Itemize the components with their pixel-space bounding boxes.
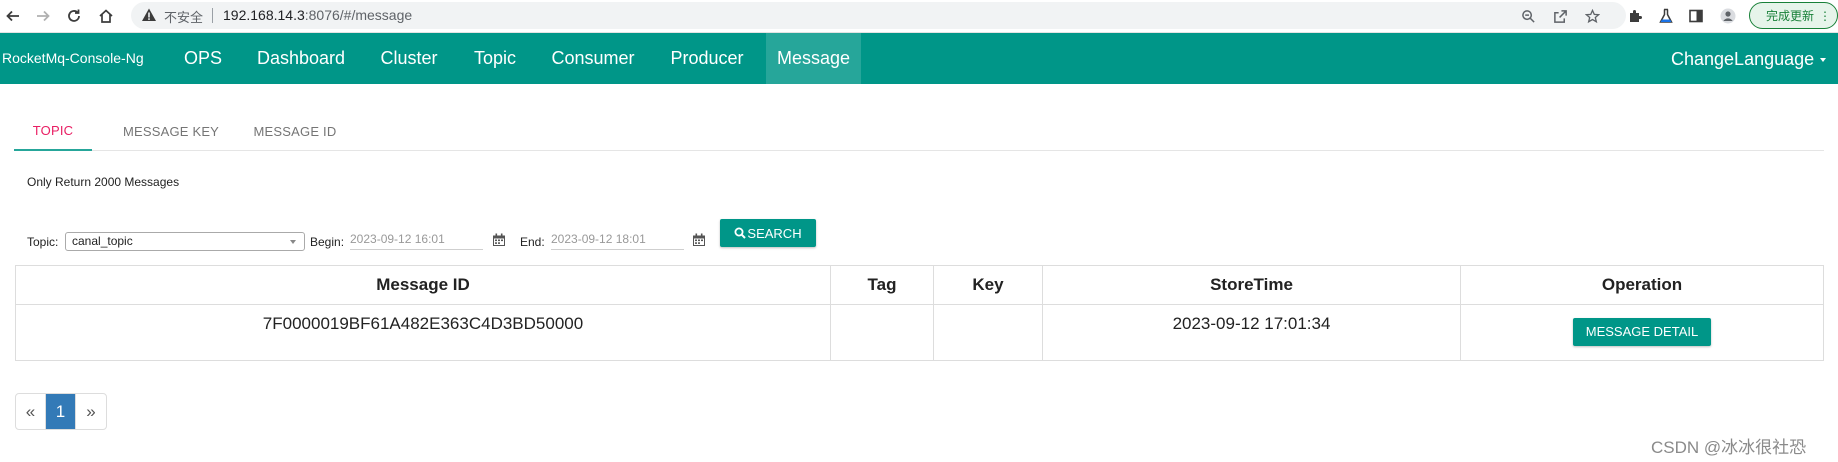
page-current-button[interactable]: 1 bbox=[46, 394, 76, 429]
update-label: 完成更新 bbox=[1766, 9, 1815, 23]
forward-arrow-icon[interactable] bbox=[31, 4, 55, 28]
browser-toolbar: 不安全 192.168.14.3:8076/#/message 完成更新 ⋮ bbox=[0, 0, 1838, 33]
side-panel-icon[interactable] bbox=[1686, 6, 1706, 26]
insecure-label: 不安全 bbox=[164, 10, 204, 25]
header-message-id: Message ID bbox=[15, 265, 831, 305]
reload-icon[interactable] bbox=[62, 4, 86, 28]
cell-operation: MESSAGE DETAIL bbox=[1460, 304, 1824, 361]
nav-producer[interactable]: Producer bbox=[656, 33, 758, 84]
table-header-row: Message ID Tag Key StoreTime Operation bbox=[15, 265, 1824, 305]
page-next-button[interactable]: » bbox=[76, 394, 106, 429]
topic-select[interactable]: canal_topic bbox=[65, 232, 305, 251]
tab-message-id[interactable]: MESSAGE ID bbox=[240, 112, 350, 151]
extensions-puzzle-icon[interactable] bbox=[1625, 6, 1645, 26]
bookmark-star-icon[interactable] bbox=[1583, 7, 1601, 25]
update-button[interactable]: 完成更新 ⋮ bbox=[1749, 2, 1838, 29]
message-table: Message ID Tag Key StoreTime Operation 7… bbox=[15, 265, 1824, 361]
change-language-dropdown[interactable]: ChangeLanguage bbox=[1671, 49, 1827, 70]
header-key: Key bbox=[933, 265, 1043, 305]
cell-key bbox=[933, 304, 1043, 361]
watermark: CSDN @冰冰很社恐 bbox=[1651, 438, 1807, 457]
change-language-label: ChangeLanguage bbox=[1671, 49, 1815, 69]
nav-dashboard[interactable]: Dashboard bbox=[244, 33, 358, 84]
tab-topic[interactable]: TOPIC bbox=[14, 112, 92, 151]
omnibox-divider bbox=[212, 8, 213, 23]
tab-message-key[interactable]: MESSAGE KEY bbox=[108, 112, 234, 151]
address-bar[interactable]: 不安全 192.168.14.3:8076/#/message bbox=[131, 2, 1626, 29]
cell-message-id: 7F0000019BF61A482E363C4D3BD50000 bbox=[15, 304, 831, 361]
url-host: 192.168.14.3 bbox=[223, 7, 305, 23]
header-store-time: StoreTime bbox=[1042, 265, 1461, 305]
more-menu-icon[interactable]: ⋮ bbox=[1819, 9, 1831, 23]
cell-tag bbox=[830, 304, 934, 361]
message-detail-button[interactable]: MESSAGE DETAIL bbox=[1573, 318, 1711, 346]
nav-topic[interactable]: Topic bbox=[460, 33, 530, 84]
share-icon[interactable] bbox=[1551, 7, 1569, 25]
url-path: :8076/#/message bbox=[304, 7, 413, 23]
pagination: « 1 » bbox=[15, 393, 107, 430]
table-row: 7F0000019BF61A482E363C4D3BD50000 2023-09… bbox=[15, 304, 1824, 361]
nav-ops[interactable]: OPS bbox=[170, 33, 236, 84]
begin-date-input[interactable] bbox=[350, 228, 483, 250]
nav-message[interactable]: Message bbox=[766, 33, 861, 84]
nav-cluster[interactable]: Cluster bbox=[366, 33, 452, 84]
begin-label: Begin: bbox=[310, 235, 345, 249]
app-navbar: RocketMq-Console-Ng OPS Dashboard Cluste… bbox=[0, 33, 1838, 84]
end-date-input[interactable] bbox=[551, 228, 684, 250]
header-operation: Operation bbox=[1460, 265, 1824, 305]
warning-icon[interactable] bbox=[141, 7, 157, 23]
select-arrow-icon bbox=[290, 240, 296, 244]
home-icon[interactable] bbox=[94, 4, 118, 28]
nav-consumer[interactable]: Consumer bbox=[538, 33, 648, 84]
header-tag: Tag bbox=[830, 265, 934, 305]
result-limit-note: Only Return 2000 Messages bbox=[27, 175, 180, 189]
brand-title[interactable]: RocketMq-Console-Ng bbox=[2, 50, 144, 66]
url-text[interactable]: 192.168.14.3:8076/#/message bbox=[223, 7, 412, 23]
page-prev-button[interactable]: « bbox=[16, 394, 46, 429]
flask-icon[interactable] bbox=[1656, 6, 1676, 26]
caret-down-icon bbox=[1820, 58, 1827, 63]
topic-label: Topic: bbox=[27, 235, 59, 249]
search-button-label: SEARCH bbox=[747, 225, 802, 241]
end-label: End: bbox=[520, 235, 545, 249]
calendar-icon[interactable] bbox=[492, 233, 506, 247]
search-icon bbox=[734, 227, 747, 239]
topic-select-value: canal_topic bbox=[72, 234, 133, 248]
profile-avatar-icon[interactable] bbox=[1718, 6, 1738, 26]
search-mode-tabs: TOPIC MESSAGE KEY MESSAGE ID bbox=[14, 112, 1824, 151]
back-arrow-icon[interactable] bbox=[1, 4, 25, 28]
calendar-icon[interactable] bbox=[692, 233, 706, 247]
zoom-icon[interactable] bbox=[1519, 7, 1537, 25]
search-button[interactable]: SEARCH bbox=[720, 219, 816, 247]
cell-store-time: 2023-09-12 17:01:34 bbox=[1042, 304, 1461, 361]
